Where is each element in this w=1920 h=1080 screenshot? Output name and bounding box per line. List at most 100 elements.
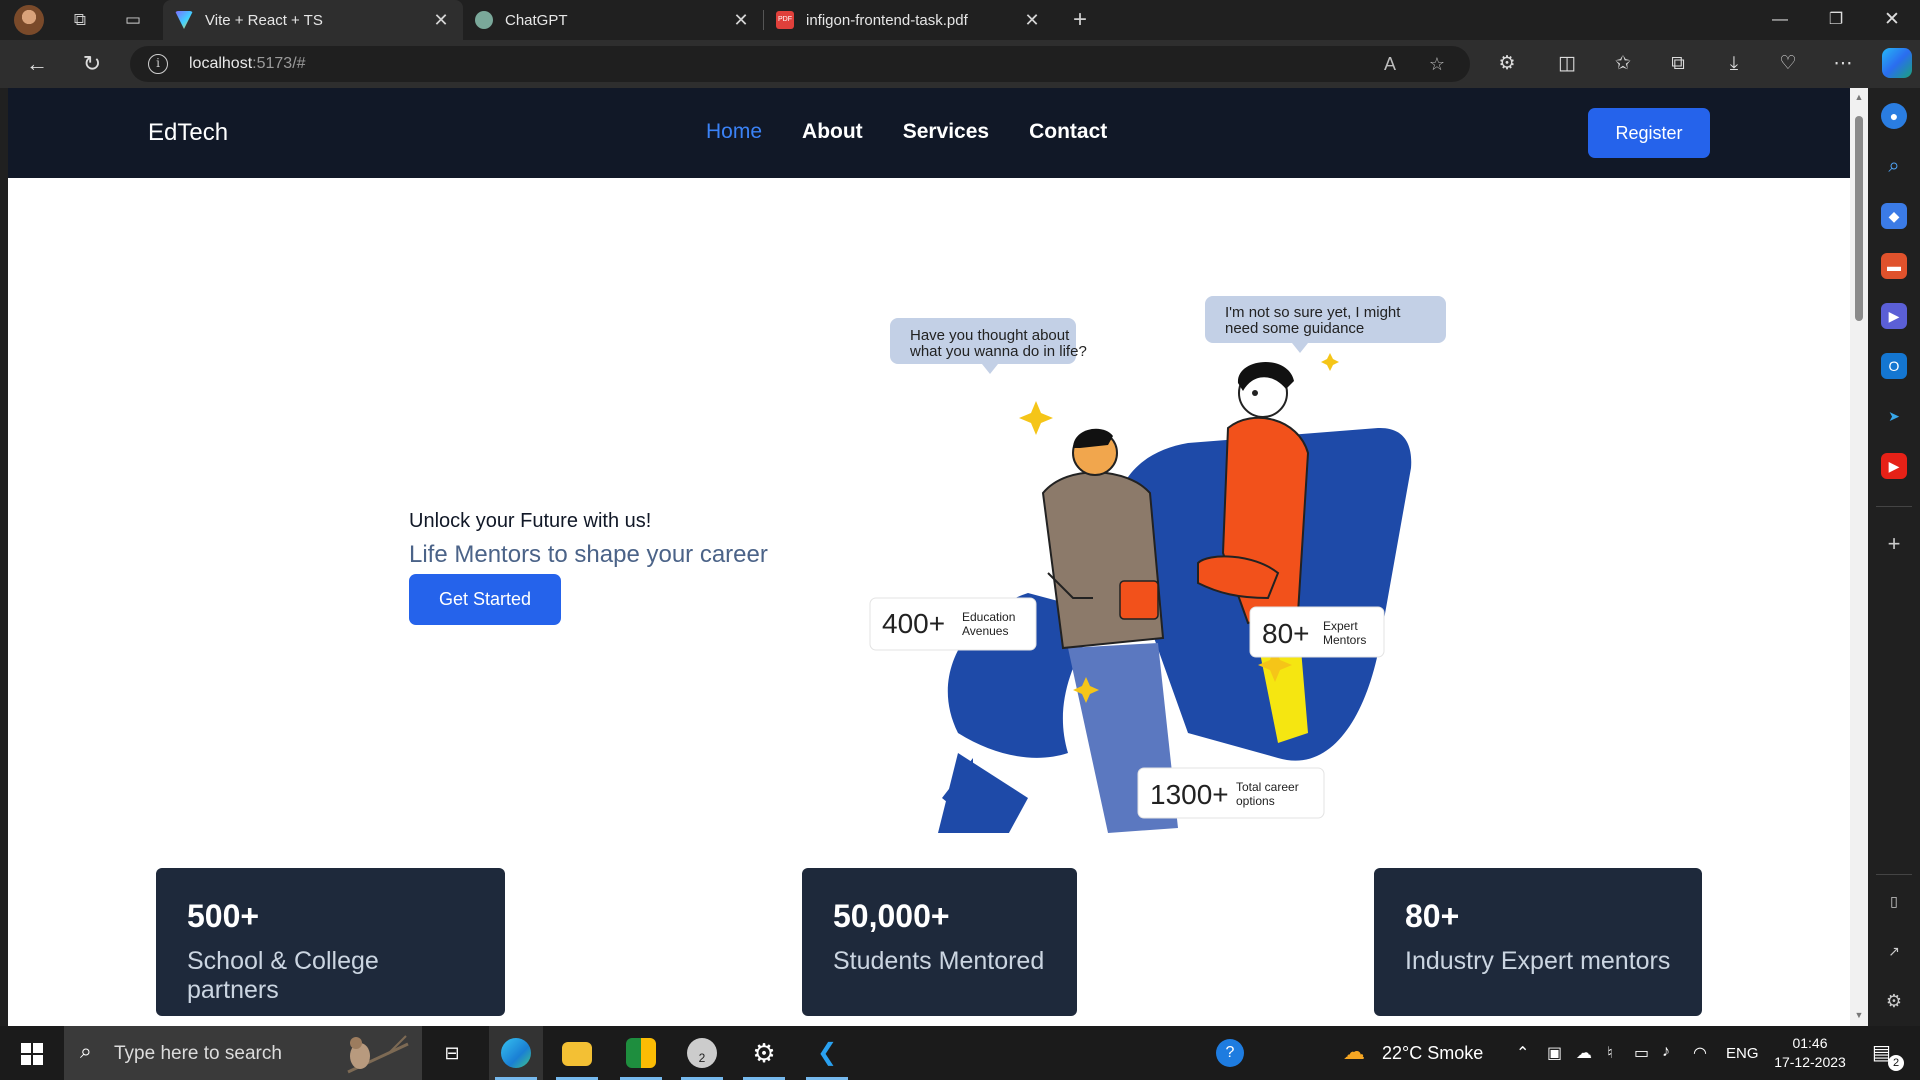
svg-text:400+: 400+: [882, 608, 945, 639]
taskbar-vscode[interactable]: ❮: [800, 1026, 854, 1080]
weather-text[interactable]: 22°C Smoke: [1382, 1043, 1483, 1064]
stat-card-partners: 500+ School & College partners: [156, 868, 505, 1016]
youtube-icon[interactable]: ▶: [1881, 453, 1907, 479]
tab-chatgpt[interactable]: ChatGPT ✕: [463, 0, 763, 40]
vscode-icon: ❮: [816, 1039, 838, 1066]
search-icon: ⌕: [80, 1040, 92, 1063]
nav-home[interactable]: Home: [706, 120, 762, 144]
nav-contact[interactable]: Contact: [1029, 120, 1107, 144]
camera-icon[interactable]: ▣: [1547, 1043, 1562, 1063]
read-aloud-icon[interactable]: A: [1377, 51, 1403, 77]
favorites-icon[interactable]: ✩: [1608, 49, 1638, 79]
address-bar[interactable]: i localhost:5173/# A ☆: [130, 46, 1470, 82]
svg-text:Avenues: Avenues: [962, 624, 1008, 638]
badge-expert-mentors: 80+ Expert Mentors: [1249, 606, 1385, 658]
url-text[interactable]: localhost:5173/#: [189, 55, 306, 73]
badge-education-avenues: 400+ Education Avenues: [869, 597, 1037, 651]
settings-gear-icon: ⚙: [752, 1038, 776, 1068]
stat-value: 50,000+: [833, 898, 950, 934]
drop-icon[interactable]: ➤: [1881, 403, 1907, 429]
windows-start-icon[interactable]: [21, 1043, 43, 1065]
collections-icon[interactable]: ⧉: [1663, 49, 1693, 79]
search-highlight-image: [347, 1035, 409, 1074]
split-screen-icon[interactable]: ◫: [1552, 49, 1582, 79]
favorite-star-icon[interactable]: ☆: [1424, 51, 1450, 77]
badge-total-career-options: 1300+ Total career options: [1137, 767, 1325, 819]
stat-label: Students Mentored: [833, 947, 1045, 975]
stat-card-students: 50,000+ Students Mentored: [802, 868, 1077, 1016]
stat-label: Industry Expert mentors: [1405, 947, 1671, 975]
clock-time: 01:46: [1792, 1035, 1828, 1051]
sidebar-settings-icon[interactable]: ⚙: [1881, 988, 1907, 1014]
network-off-icon[interactable]: ☁: [1576, 1043, 1592, 1063]
chatgpt-icon: [475, 11, 493, 29]
taskbar-file-explorer[interactable]: [550, 1026, 604, 1080]
taskbar-search-placeholder: Type here to search: [114, 1043, 282, 1064]
browser-toolbar: ← ↻ i localhost:5173/# A ☆ ⚙ ◫ ✩ ⧉ ⤓ ♡ ⋯: [0, 40, 1920, 88]
clock[interactable]: 01:46 17-12-2023: [1772, 1034, 1848, 1072]
extensions-icon[interactable]: ⚙: [1492, 49, 1522, 79]
minimize-icon[interactable]: —: [1757, 4, 1803, 36]
games-icon[interactable]: ▶: [1881, 303, 1907, 329]
outlook-icon[interactable]: O: [1881, 353, 1907, 379]
close-window-icon[interactable]: ✕: [1869, 4, 1915, 36]
hide-sidebar-icon[interactable]: ▯: [1881, 888, 1907, 914]
taskbar-chrome[interactable]: 2: [675, 1026, 729, 1080]
add-sidebar-app-icon[interactable]: +: [1881, 531, 1907, 557]
taskbar-meet[interactable]: [614, 1026, 668, 1080]
new-tab-icon[interactable]: +: [1068, 8, 1092, 32]
svg-text:options: options: [1236, 794, 1275, 808]
brand-logo[interactable]: EdTech: [148, 119, 228, 147]
scroll-up-icon[interactable]: ▲: [1854, 92, 1864, 102]
help-icon[interactable]: ?: [1216, 1039, 1244, 1067]
site-navbar: EdTech Home About Services Contact Regis…: [8, 88, 1850, 178]
nav-about[interactable]: About: [802, 120, 863, 144]
more-menu-icon[interactable]: ⋯: [1828, 49, 1858, 79]
site-info-icon[interactable]: i: [148, 54, 168, 74]
pdf-icon: PDF: [776, 11, 794, 29]
scroll-down-icon[interactable]: ▼: [1854, 1010, 1864, 1020]
tab-pdf[interactable]: PDF infigon-frontend-task.pdf ✕: [764, 0, 1054, 40]
show-hidden-icons[interactable]: ⌃: [1516, 1043, 1529, 1063]
nav-links: Home About Services Contact: [706, 120, 1107, 144]
volume-icon[interactable]: ♪: [1662, 1043, 1670, 1061]
close-tab-icon[interactable]: ✕: [1022, 10, 1042, 31]
register-button[interactable]: Register: [1588, 108, 1710, 158]
taskbar-edge[interactable]: [489, 1026, 543, 1080]
open-external-icon[interactable]: ↗: [1881, 938, 1907, 964]
weather-icon[interactable]: ☁: [1343, 1039, 1365, 1065]
language-indicator[interactable]: ENG: [1726, 1045, 1759, 1062]
wifi-icon[interactable]: ◠: [1693, 1043, 1707, 1063]
hero-eyebrow: Unlock your Future with us!: [409, 510, 652, 532]
battery-icon[interactable]: ▭: [1634, 1043, 1649, 1063]
tab-vite[interactable]: Vite + React + TS ✕: [163, 0, 463, 40]
notifications-icon[interactable]: ●: [1881, 103, 1907, 129]
tools-icon[interactable]: ▬: [1881, 253, 1907, 279]
task-view-icon[interactable]: ⊟: [425, 1026, 479, 1080]
notification-count-badge: 2: [1888, 1055, 1904, 1071]
browser-essentials-icon[interactable]: ♡: [1773, 49, 1803, 79]
clock-date: 17-12-2023: [1774, 1054, 1846, 1070]
search-icon[interactable]: ⌕: [1881, 153, 1907, 179]
workspaces-icon[interactable]: ⧉: [68, 8, 92, 32]
nav-services[interactable]: Services: [903, 120, 989, 144]
page-viewport: EdTech Home About Services Contact Regis…: [8, 88, 1850, 1026]
tab-actions-icon[interactable]: ▭: [121, 8, 145, 32]
copilot-icon[interactable]: [1882, 48, 1912, 78]
downloads-icon[interactable]: ⤓: [1719, 49, 1749, 79]
scroll-thumb[interactable]: [1855, 116, 1863, 321]
close-tab-icon[interactable]: ✕: [431, 10, 451, 31]
back-icon[interactable]: ←: [22, 49, 52, 79]
refresh-icon[interactable]: ↻: [77, 49, 107, 79]
chrome-icon: 2: [687, 1038, 717, 1068]
page-scrollbar[interactable]: ▲ ▼: [1850, 88, 1868, 1026]
microphone-icon[interactable]: ♮: [1607, 1043, 1613, 1063]
profile-avatar[interactable]: [14, 5, 44, 35]
restore-icon[interactable]: ❐: [1813, 4, 1859, 36]
shopping-icon[interactable]: ◆: [1881, 203, 1907, 229]
taskbar-settings[interactable]: ⚙: [737, 1026, 791, 1080]
get-started-button[interactable]: Get Started: [409, 574, 561, 625]
close-tab-icon[interactable]: ✕: [731, 10, 751, 31]
bubble-right-line-1: I'm not so sure yet, I might: [1225, 304, 1401, 321]
windows-taskbar: ⌕ Type here to search ⊟ 2 ⚙ ❮ ? ☁ 22°C S…: [0, 1026, 1920, 1080]
